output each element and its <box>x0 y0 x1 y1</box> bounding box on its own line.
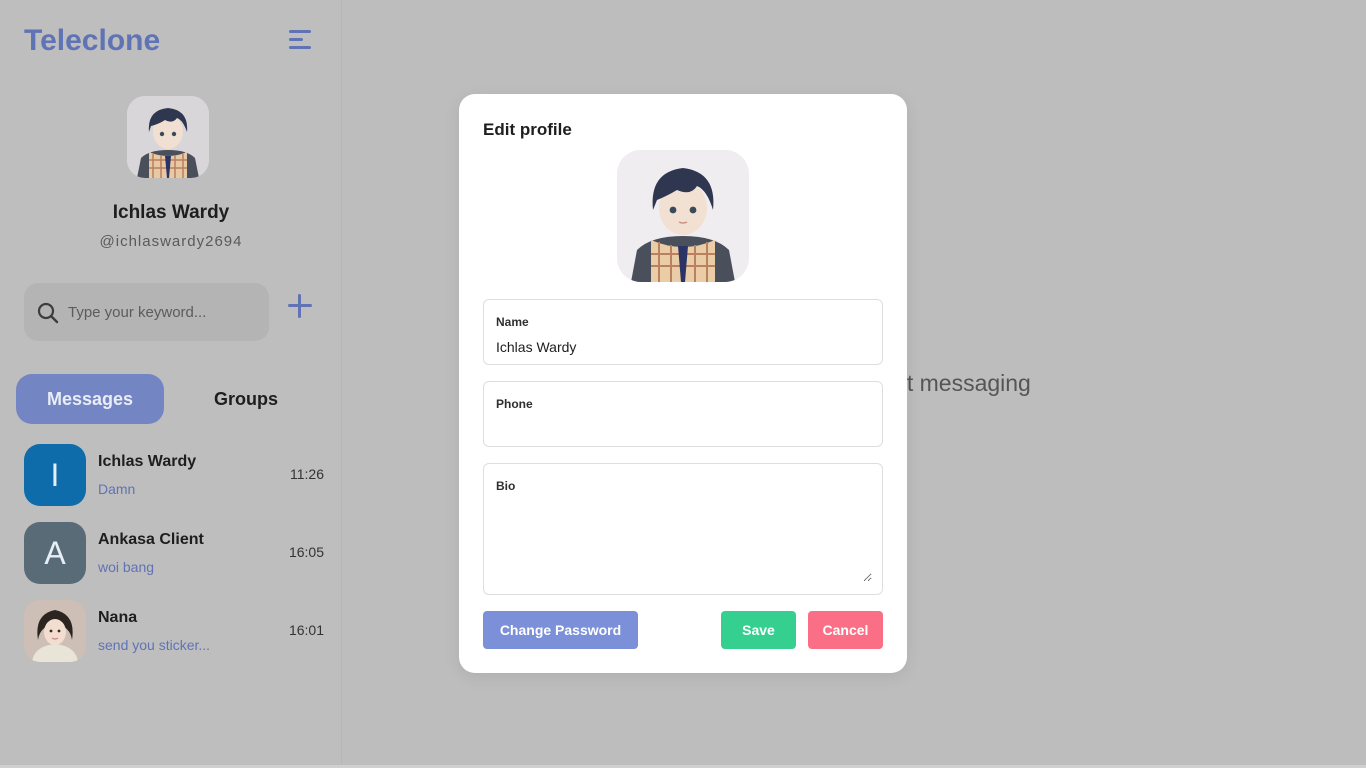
name-field[interactable]: Name <box>483 299 883 365</box>
cancel-button[interactable]: Cancel <box>808 611 883 649</box>
bio-input[interactable] <box>496 500 872 582</box>
bio-label: Bio <box>496 479 516 493</box>
add-icon[interactable] <box>286 292 314 320</box>
list-item[interactable]: I Ichlas Wardy Damn 11:26 <box>24 444 326 506</box>
phone-label: Phone <box>496 397 533 411</box>
profile-name: Ichlas Wardy <box>112 202 230 223</box>
search-input[interactable] <box>68 299 258 325</box>
chat-time: 16:01 <box>288 622 324 638</box>
app-title: Teleclone <box>24 24 161 57</box>
avatar: A <box>24 522 86 584</box>
search-box[interactable] <box>24 283 269 341</box>
menu-icon[interactable] <box>289 30 313 54</box>
chat-time: 16:05 <box>288 544 324 560</box>
change-password-button[interactable]: Change Password <box>483 611 638 649</box>
edit-profile-modal: Edit profile Name Phone Bio Change Passw… <box>459 94 907 673</box>
search-icon <box>36 301 60 325</box>
profile-photo[interactable] <box>617 150 749 282</box>
chat-last-message: send you sticker... <box>98 637 211 653</box>
sidebar: Teleclone Ichlas Wardy @ichlaswardy2694 … <box>0 0 342 768</box>
phone-field[interactable]: Phone <box>483 381 883 447</box>
tab-messages[interactable]: Messages <box>16 374 164 424</box>
phone-input[interactable] <box>496 418 872 440</box>
chat-time: 11:26 <box>290 466 324 482</box>
chat-last-message: woi bang <box>98 559 155 575</box>
avatar[interactable] <box>127 96 209 178</box>
save-button[interactable]: Save <box>721 611 796 649</box>
name-label: Name <box>496 315 529 329</box>
name-input[interactable] <box>496 336 872 358</box>
bio-field[interactable]: Bio <box>483 463 883 595</box>
modal-title: Edit profile <box>483 120 572 139</box>
avatar: I <box>24 444 86 506</box>
list-item[interactable]: A Ankasa Client woi bang 16:05 <box>24 522 326 584</box>
profile-handle: @ichlaswardy2694 <box>99 233 243 250</box>
chat-name: Ichlas Wardy <box>98 453 197 470</box>
tab-groups[interactable]: Groups <box>184 374 308 424</box>
chat-name: Nana <box>98 609 138 626</box>
chat-last-message: Damn <box>98 481 136 497</box>
chat-name: Ankasa Client <box>98 531 204 548</box>
avatar <box>24 600 86 662</box>
list-item[interactable]: Nana send you sticker... 16:01 <box>24 600 326 662</box>
